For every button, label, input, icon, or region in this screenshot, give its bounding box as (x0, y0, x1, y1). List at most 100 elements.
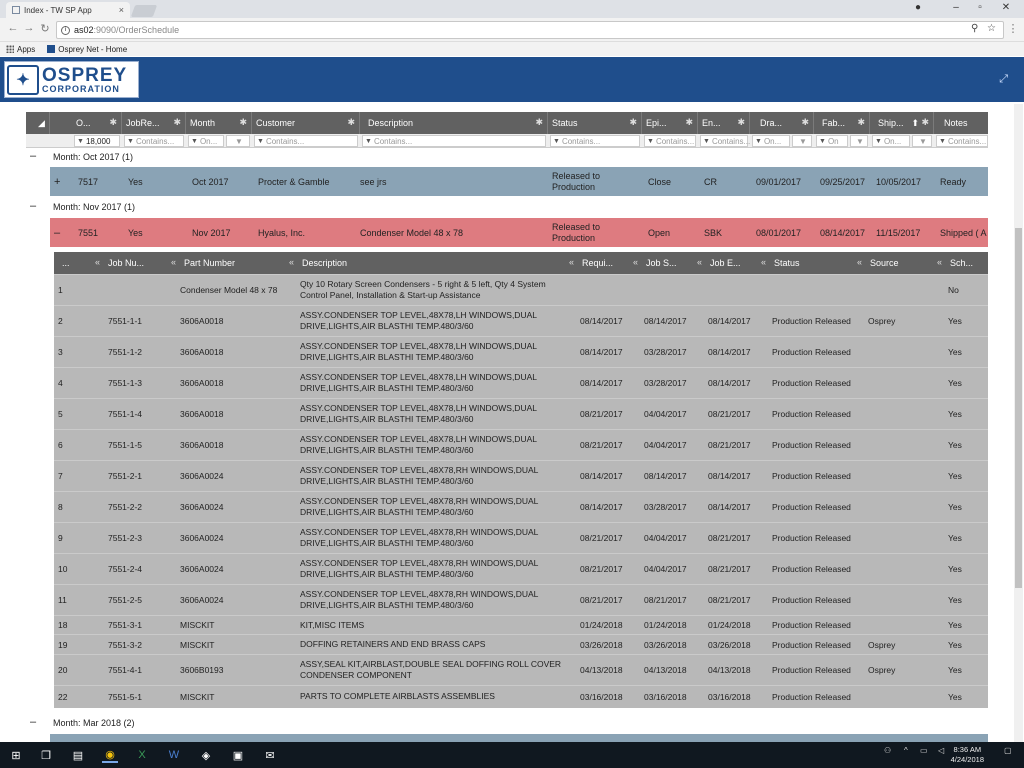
filter-customer[interactable]: ▼ Contains... (254, 135, 358, 147)
table-row[interactable]: 2 7551-1-1 3606A0018 ASSY.CONDENSER TOP LEV… (54, 305, 988, 336)
people-icon[interactable]: ⚇ (884, 746, 891, 755)
bookmark-osprey-net[interactable]: Osprey Net - Home (47, 45, 127, 54)
gear-icon[interactable]: ✱ (347, 117, 355, 128)
collapse-minus-icon[interactable]: – (30, 200, 36, 212)
col-customer[interactable]: Customer ✱ (252, 112, 360, 134)
order-row-partial[interactable] (50, 734, 988, 742)
info-icon[interactable]: i (61, 25, 70, 35)
profile-icon[interactable]: ● (908, 2, 928, 13)
sub-col-source[interactable]: Source « (866, 252, 946, 274)
table-row[interactable]: 18 7551-3-1 MISCKIT KIT,MISC ITEMS 01/24/201… (54, 615, 988, 634)
collapse-left-icon[interactable]: « (289, 257, 294, 267)
sub-col-job-start[interactable]: Job S... « (642, 252, 706, 274)
filter-draw-dropdown[interactable]: ▼ (792, 135, 812, 147)
filter-status[interactable]: ▼ Contains... (550, 135, 640, 147)
sub-col-description[interactable]: Description « (298, 252, 578, 274)
zoom-icon[interactable]: ⚲ (971, 23, 978, 34)
collapse-left-icon[interactable]: « (95, 257, 100, 267)
expand-icon[interactable]: ⤢ (999, 73, 1008, 86)
scrollbar-thumb[interactable] (1015, 228, 1022, 588)
gear-icon[interactable]: ✱ (685, 117, 693, 128)
network-icon[interactable]: ▭ (920, 746, 928, 755)
filter-eng[interactable]: ▼ Contains... (700, 135, 750, 147)
menu-icon[interactable]: ⋮ (1006, 22, 1020, 35)
group-collapse-column[interactable]: ◢ (26, 112, 50, 134)
osprey-logo[interactable]: ✦ OSPREY CORPORATION (4, 61, 139, 98)
close-tab-icon[interactable]: × (119, 5, 124, 15)
gear-icon[interactable]: ✱ (239, 117, 247, 128)
col-fab[interactable]: Fab... ✱ (814, 112, 870, 134)
gear-icon[interactable]: ✱ (629, 117, 637, 128)
table-row[interactable]: 6 7551-1-5 3606A0018 ASSY.CONDENSER TOP LEV… (54, 429, 988, 460)
table-row[interactable]: 4 7551-1-3 3606A0018 ASSY.CONDENSER TOP LEV… (54, 367, 988, 398)
sub-col-line[interactable]: ... « (54, 252, 104, 274)
table-row[interactable]: 7 7551-2-1 3606A0024 ASSY.CONDENSER TOP LEV… (54, 460, 988, 491)
minimize-icon[interactable]: – (946, 2, 966, 13)
url-input[interactable]: i as02:9090/OrderSchedule ⚲ ☆ (56, 21, 1004, 39)
sub-col-job-end[interactable]: Job E... « (706, 252, 770, 274)
filter-fab-dropdown[interactable]: ▼ (850, 135, 868, 147)
sub-col-required[interactable]: Requi... « (578, 252, 642, 274)
table-row[interactable]: 10 7551-2-4 3606A0024 ASSY.CONDENSER TOP LE… (54, 553, 988, 584)
filter-month-dropdown[interactable]: ▼ (226, 135, 250, 147)
bookmark-apps[interactable]: Apps (6, 45, 35, 54)
filter-order[interactable]: ▼ 18,000 (74, 135, 120, 147)
gear-icon[interactable]: ✱ (737, 117, 745, 128)
col-description[interactable]: Description ✱ (360, 112, 548, 134)
table-row[interactable]: 9 7551-2-3 3606A0024 ASSY.CONDENSER TOP LEV… (54, 522, 988, 553)
vertical-scrollbar[interactable] (1014, 104, 1023, 742)
filter-ship-dropdown[interactable]: ▼ (912, 135, 932, 147)
group-row-nov-2017[interactable]: – Month: Nov 2017 (1) (26, 199, 988, 215)
chrome-icon[interactable]: ◉ (102, 747, 118, 763)
collapse-left-icon[interactable]: « (569, 257, 574, 267)
order-row-7517[interactable]: + 7517 Yes Oct 2017 Procter & Gamble see… (50, 167, 988, 196)
new-tab-button[interactable] (130, 5, 158, 17)
filter-notes[interactable]: ▼ Contains... (936, 135, 988, 147)
group-row-oct-2017[interactable]: – Month: Oct 2017 (1) (26, 149, 988, 165)
col-eng[interactable]: En... ✱ (698, 112, 750, 134)
collapse-left-icon[interactable]: « (171, 257, 176, 267)
filter-fab[interactable]: ▼ On (816, 135, 848, 147)
chevron-up-icon[interactable]: ^ (904, 746, 908, 755)
gear-icon[interactable]: ✱ (173, 117, 181, 128)
filter-month[interactable]: ▼ On... (188, 135, 224, 147)
excel-icon[interactable]: X (134, 747, 150, 763)
table-row[interactable]: 20 7551-4-1 3606B0193 ASSY,SEAL KIT,AIRBLAS… (54, 654, 988, 685)
app-icon[interactable]: ◈ (198, 747, 214, 763)
col-jobrel[interactable]: JobRe... ✱ (122, 112, 186, 134)
table-row[interactable]: 5 7551-1-4 3606A0018 ASSY.CONDENSER TOP LEV… (54, 398, 988, 429)
order-row-7551[interactable]: – 7551 Yes Nov 2017 Hyalus, Inc. Condens… (50, 218, 988, 247)
collapse-left-icon[interactable]: « (633, 257, 638, 267)
collapse-left-icon[interactable]: « (857, 257, 862, 267)
word-icon[interactable]: W (166, 747, 182, 763)
collapse-left-icon[interactable]: « (761, 257, 766, 267)
app-icon[interactable]: ▣ (230, 747, 246, 763)
sub-col-part[interactable]: Part Number « (180, 252, 298, 274)
task-view-icon[interactable]: ❐ (38, 747, 54, 763)
sort-up-icon[interactable]: ⬆ (912, 118, 920, 129)
windows-start-icon[interactable]: ⊞ (8, 747, 24, 763)
volume-icon[interactable]: ◁ (938, 746, 944, 755)
maximize-icon[interactable]: ▫ (970, 2, 990, 13)
system-clock[interactable]: 8:36 AM 4/24/2018 (951, 745, 984, 765)
filter-jobrel[interactable]: ▼ Contains... (124, 135, 184, 147)
back-arrow-icon[interactable]: ← (6, 22, 20, 34)
collapse-minus-icon[interactable]: – (54, 218, 60, 247)
gear-icon[interactable]: ✱ (109, 117, 117, 128)
table-row[interactable]: 1 Condenser Model 48 x 78 Qty 10 Rotary Sc… (54, 274, 988, 305)
close-window-icon[interactable]: ✕ (996, 2, 1016, 13)
filter-ship[interactable]: ▼ On... (872, 135, 910, 147)
collapse-left-icon[interactable]: « (697, 257, 702, 267)
col-draw[interactable]: Dra... ✱ (750, 112, 814, 134)
expand-plus-icon[interactable]: + (54, 167, 60, 196)
filter-epi[interactable]: ▼ Contains... (644, 135, 696, 147)
sub-col-schedule[interactable]: Sch... (946, 252, 988, 274)
col-ship[interactable]: Ship... ⬆ ✱ (870, 112, 934, 134)
group-row-mar-2018[interactable]: – Month: Mar 2018 (2) (26, 715, 988, 731)
filter-description[interactable]: ▼ Contains... (362, 135, 546, 147)
sub-col-job[interactable]: Job Nu... « (104, 252, 180, 274)
notifications-icon[interactable]: ▢ (1004, 746, 1012, 755)
bookmark-star-icon[interactable]: ☆ (987, 23, 996, 34)
table-row[interactable]: 8 7551-2-2 3606A0024 ASSY.CONDENSER TOP LEV… (54, 491, 988, 522)
gear-icon[interactable]: ✱ (857, 117, 865, 128)
